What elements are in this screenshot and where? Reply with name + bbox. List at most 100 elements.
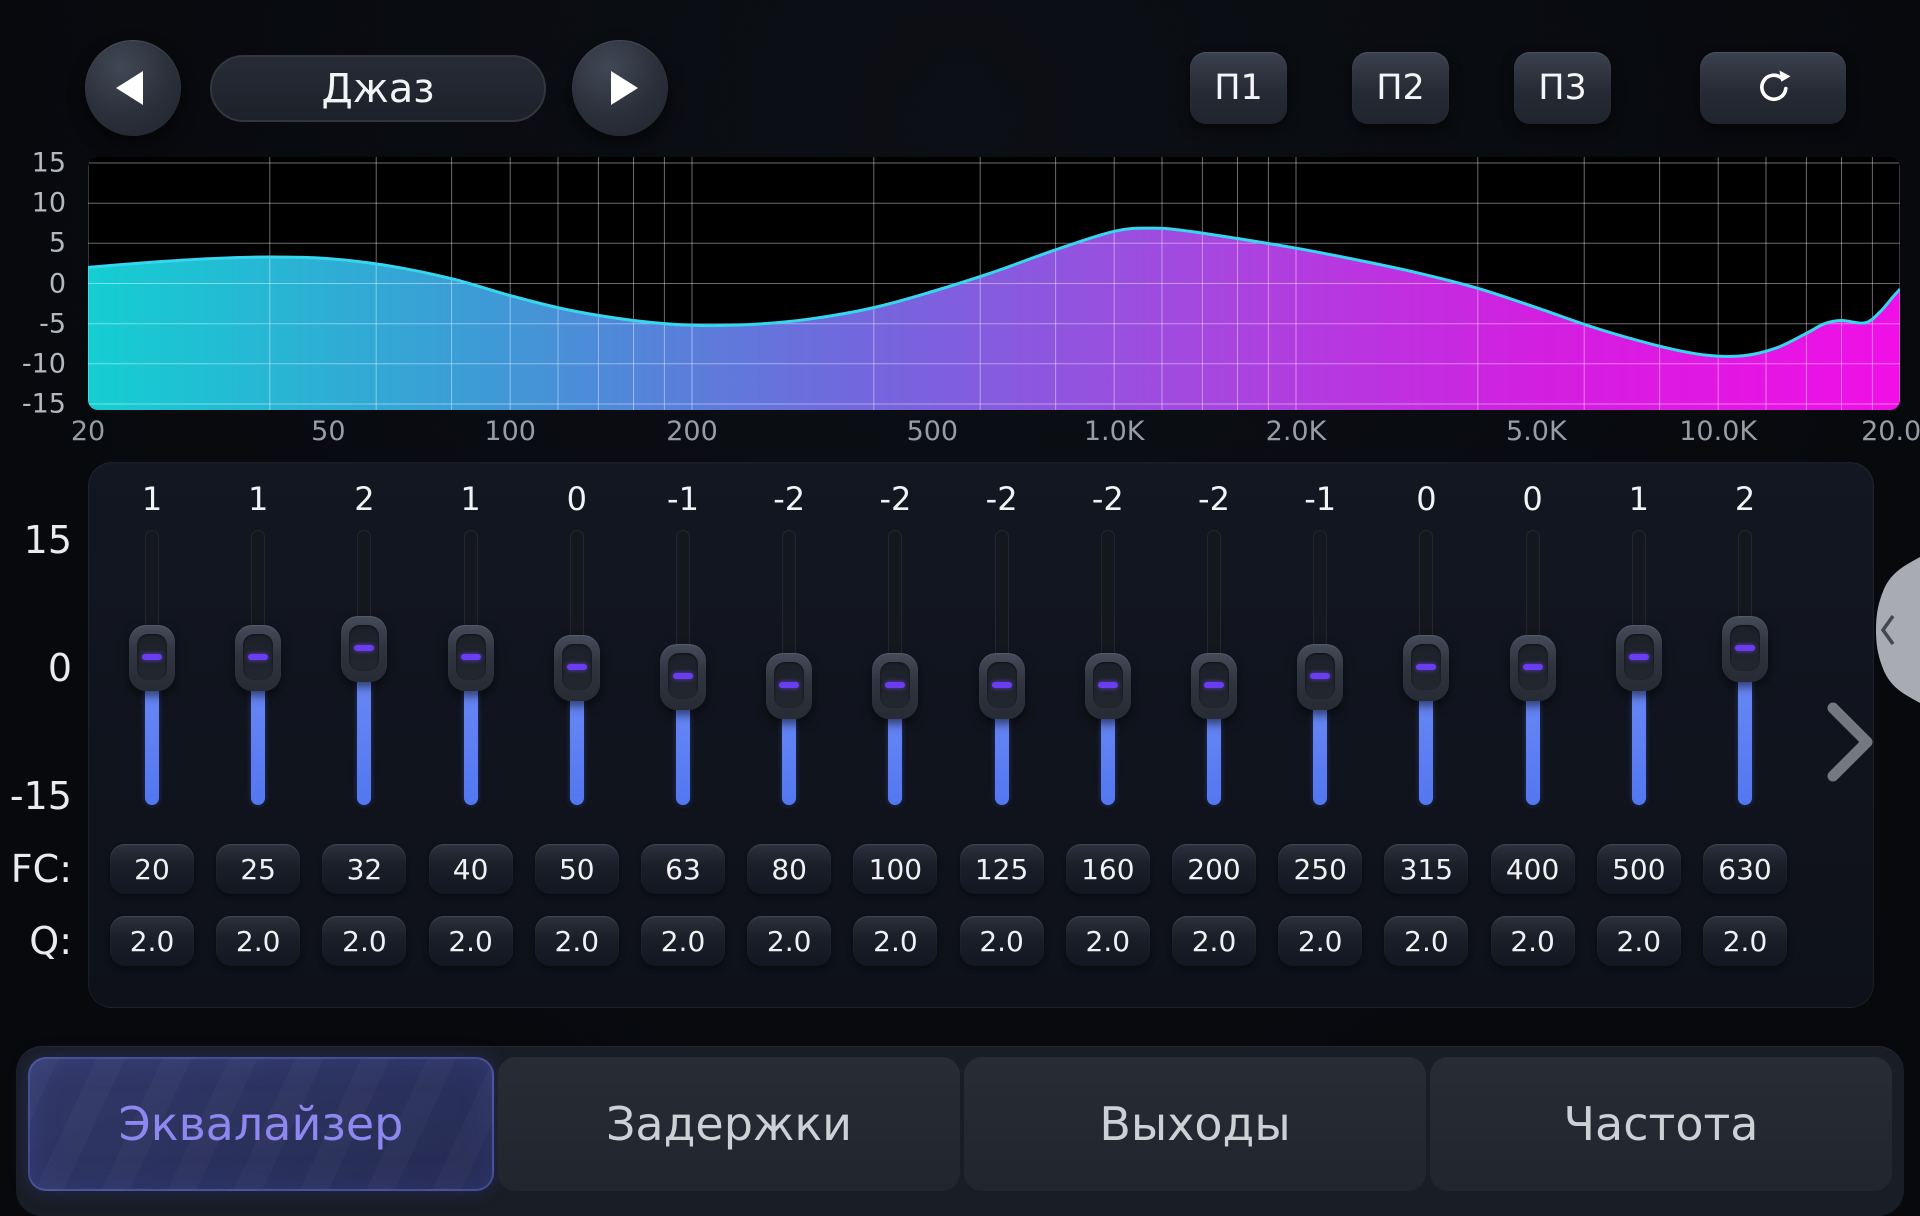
band-q-chip[interactable]: 2.0 [110, 916, 194, 966]
band-fc-chip[interactable]: 500 [1597, 844, 1681, 894]
band-q-chip[interactable]: 2.0 [641, 916, 725, 966]
slider-thumb[interactable] [235, 625, 281, 691]
band-gain-slider[interactable] [842, 530, 948, 808]
tab-frequency[interactable]: Частота [1430, 1057, 1892, 1191]
band-column-80: -2 80 2.0 [736, 462, 842, 1008]
x-axis-label: 20.0K [1861, 416, 1920, 447]
slider-thumb[interactable] [1297, 644, 1343, 710]
band-gain-value: -1 [1267, 480, 1373, 518]
slider-thumb[interactable] [554, 635, 600, 701]
band-fc-chip[interactable]: 200 [1172, 844, 1256, 894]
slider-thumb[interactable] [1191, 653, 1237, 719]
slider-thumb[interactable] [129, 625, 175, 691]
band-fc-chip[interactable]: 400 [1491, 844, 1575, 894]
band-q-chip[interactable]: 2.0 [429, 916, 513, 966]
band-fc-chip[interactable]: 20 [110, 844, 194, 894]
slider-thumb[interactable] [448, 625, 494, 691]
tab-outputs[interactable]: Выходы [964, 1057, 1426, 1191]
band-gain-slider[interactable] [418, 530, 524, 808]
band-gain-slider[interactable] [1267, 530, 1373, 808]
preset-slot-2-label: П2 [1376, 68, 1425, 108]
band-q-chip[interactable]: 2.0 [1597, 916, 1681, 966]
bottom-tab-bar: ЭквалайзерЗадержкиВыходыЧастота [16, 1046, 1904, 1216]
y-axis-label: -15 [0, 389, 66, 420]
band-fc-chip[interactable]: 50 [535, 844, 619, 894]
band-q-chip[interactable]: 2.0 [535, 916, 619, 966]
band-q-chip[interactable]: 2.0 [853, 916, 937, 966]
slider-thumb[interactable] [341, 616, 387, 682]
band-gain-value: 1 [205, 480, 311, 518]
slider-scale-max: 15 [0, 518, 72, 562]
slider-scale-min: -15 [0, 774, 72, 818]
band-q-chip[interactable]: 2.0 [1703, 916, 1787, 966]
band-fc-chip[interactable]: 315 [1384, 844, 1468, 894]
band-gain-slider[interactable] [1586, 530, 1692, 808]
band-q-chip[interactable]: 2.0 [1278, 916, 1362, 966]
band-column-160: -2 160 2.0 [1055, 462, 1161, 1008]
slider-thumb[interactable] [979, 653, 1025, 719]
band-fc-chip[interactable]: 160 [1066, 844, 1150, 894]
slider-thumb[interactable] [1510, 635, 1556, 701]
band-fc-chip[interactable]: 80 [747, 844, 831, 894]
band-q-chip[interactable]: 2.0 [1491, 916, 1575, 966]
band-column-50: 0 50 2.0 [524, 462, 630, 1008]
band-fc-chip[interactable]: 63 [641, 844, 725, 894]
band-gain-slider[interactable] [1373, 530, 1479, 808]
eq-response-curve [88, 157, 1900, 410]
slider-thumb[interactable] [872, 653, 918, 719]
band-q-chip[interactable]: 2.0 [1066, 916, 1150, 966]
band-fc-chip[interactable]: 40 [429, 844, 513, 894]
slider-thumb[interactable] [1403, 635, 1449, 701]
preset-selector[interactable]: Джаз [210, 55, 546, 122]
band-gain-slider[interactable] [1161, 530, 1267, 808]
slider-thumb[interactable] [1085, 653, 1131, 719]
band-gain-slider[interactable] [1480, 530, 1586, 808]
band-gain-slider[interactable] [1692, 530, 1798, 808]
band-gain-value: 0 [1480, 480, 1586, 518]
band-fc-chip[interactable]: 250 [1278, 844, 1362, 894]
band-gain-value: 2 [1692, 480, 1798, 518]
preset-slot-3-button[interactable]: П3 [1514, 52, 1611, 124]
tab-delays[interactable]: Задержки [498, 1057, 960, 1191]
next-bands-page-button[interactable] [1822, 700, 1880, 784]
preset-slot-1-label: П1 [1214, 68, 1263, 108]
band-gain-slider[interactable] [99, 530, 205, 808]
slider-thumb[interactable] [1616, 625, 1662, 691]
band-q-chip[interactable]: 2.0 [216, 916, 300, 966]
band-gain-slider[interactable] [736, 530, 842, 808]
x-axis-label: 10.0K [1679, 416, 1757, 447]
slider-thumb-dash [1629, 654, 1649, 660]
band-gain-slider[interactable] [630, 530, 736, 808]
band-q-chip[interactable]: 2.0 [1384, 916, 1468, 966]
band-q-chip[interactable]: 2.0 [960, 916, 1044, 966]
band-column-500: 1 500 2.0 [1586, 462, 1692, 1008]
preset-prev-button[interactable] [85, 40, 181, 136]
band-gain-slider[interactable] [311, 530, 417, 808]
band-column-32: 2 32 2.0 [311, 462, 417, 1008]
band-gain-slider[interactable] [1055, 530, 1161, 808]
band-fc-chip[interactable]: 25 [216, 844, 300, 894]
band-fc-chip[interactable]: 32 [322, 844, 406, 894]
band-gain-slider[interactable] [205, 530, 311, 808]
slider-thumb-dash [992, 682, 1012, 688]
preset-slot-2-button[interactable]: П2 [1352, 52, 1449, 124]
band-q-chip[interactable]: 2.0 [1172, 916, 1256, 966]
band-gain-slider[interactable] [949, 530, 1055, 808]
slider-thumb[interactable] [766, 653, 812, 719]
band-fc-chip[interactable]: 125 [960, 844, 1044, 894]
band-q-chip[interactable]: 2.0 [322, 916, 406, 966]
band-q-chip[interactable]: 2.0 [747, 916, 831, 966]
band-gain-slider[interactable] [524, 530, 630, 808]
band-fc-chip[interactable]: 100 [853, 844, 937, 894]
x-axis-label: 50 [311, 416, 345, 447]
band-fc-chip[interactable]: 630 [1703, 844, 1787, 894]
tab-equalizer[interactable]: Эквалайзер [28, 1057, 494, 1191]
band-column-25: 1 25 2.0 [205, 462, 311, 1008]
preset-slot-1-button[interactable]: П1 [1190, 52, 1287, 124]
slider-thumb[interactable] [1722, 616, 1768, 682]
slider-thumb[interactable] [660, 644, 706, 710]
preset-next-button[interactable] [572, 40, 668, 136]
side-drawer-handle[interactable] [1862, 555, 1920, 705]
reset-button[interactable] [1700, 52, 1846, 124]
band-column-20: 1 20 2.0 [99, 462, 205, 1008]
